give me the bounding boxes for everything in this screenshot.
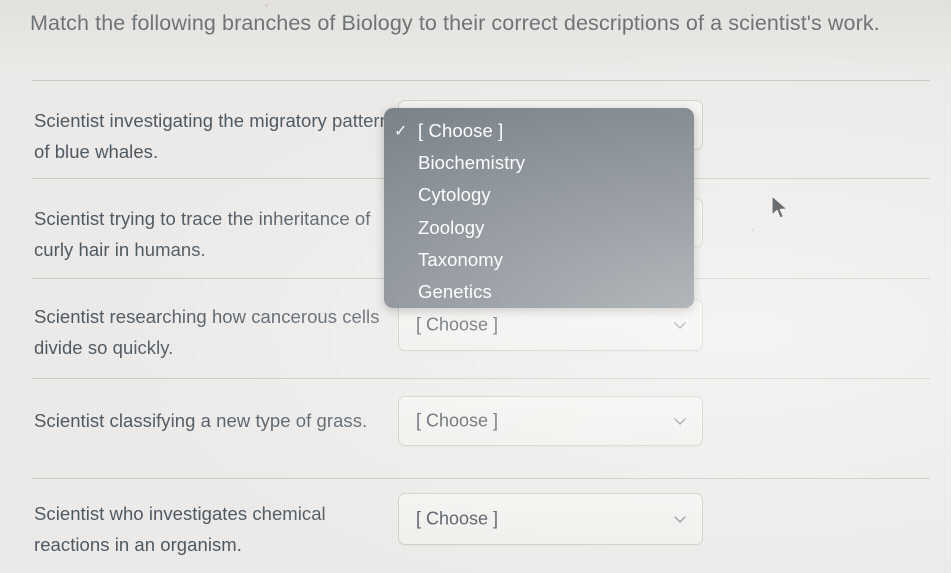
chevron-down-icon: [672, 413, 688, 429]
dropdown-option-label: Cytology: [418, 184, 491, 205]
dropdown-option-label: [ Choose ]: [418, 120, 504, 141]
dropdown-option-choose[interactable]: ✓ [ Choose ]: [384, 115, 694, 147]
dropdown-option-taxonomy[interactable]: Taxonomy: [384, 244, 694, 276]
row-divider: [32, 80, 930, 81]
dropdown-option-label: Genetics: [418, 281, 492, 302]
dropdown-select-3-value: [ Choose ]: [416, 314, 499, 335]
match-item-label-5: Scientist who investigates chemical reac…: [34, 503, 326, 555]
dropdown-select-5[interactable]: [ Choose ]: [398, 493, 703, 545]
dropdown-option-biochemistry[interactable]: Biochemistry: [384, 147, 694, 179]
mouse-pointer-icon: [770, 195, 790, 221]
scan-speck: [135, 10, 137, 12]
scan-speck: [751, 229, 754, 231]
dropdown-select-5-value: [ Choose ]: [416, 508, 499, 529]
match-item-label-1: Scientist investigating the migratory pa…: [34, 110, 390, 162]
chevron-down-icon: [672, 511, 688, 527]
row-divider: [32, 378, 930, 379]
question-page: Match the following branches of Biology …: [0, 0, 951, 573]
dropdown-option-genetics[interactable]: Genetics: [384, 276, 694, 308]
page-title: Match the following branches of Biology …: [30, 11, 880, 35]
row-divider: [32, 478, 930, 479]
scan-speck: [265, 4, 268, 7]
match-item-label-4: Scientist classifying a new type of gras…: [34, 410, 368, 431]
chevron-down-icon: [672, 317, 688, 333]
dropdown-option-label: Zoology: [418, 217, 485, 238]
dropdown-menu-open[interactable]: ✓ [ Choose ] Biochemistry Cytology Zoolo…: [384, 108, 694, 308]
dropdown-option-cytology[interactable]: Cytology: [384, 179, 694, 211]
dropdown-select-4-value: [ Choose ]: [416, 410, 499, 431]
dropdown-option-zoology[interactable]: Zoology: [384, 212, 694, 244]
check-icon: ✓: [394, 123, 408, 140]
dropdown-option-label: Taxonomy: [418, 249, 504, 270]
match-item-label-3: Scientist researching how cancerous cell…: [34, 306, 380, 358]
dropdown-select-4[interactable]: [ Choose ]: [398, 396, 703, 446]
dropdown-option-label: Biochemistry: [418, 152, 526, 173]
match-item-label-2: Scientist trying to trace the inheritanc…: [34, 208, 371, 260]
